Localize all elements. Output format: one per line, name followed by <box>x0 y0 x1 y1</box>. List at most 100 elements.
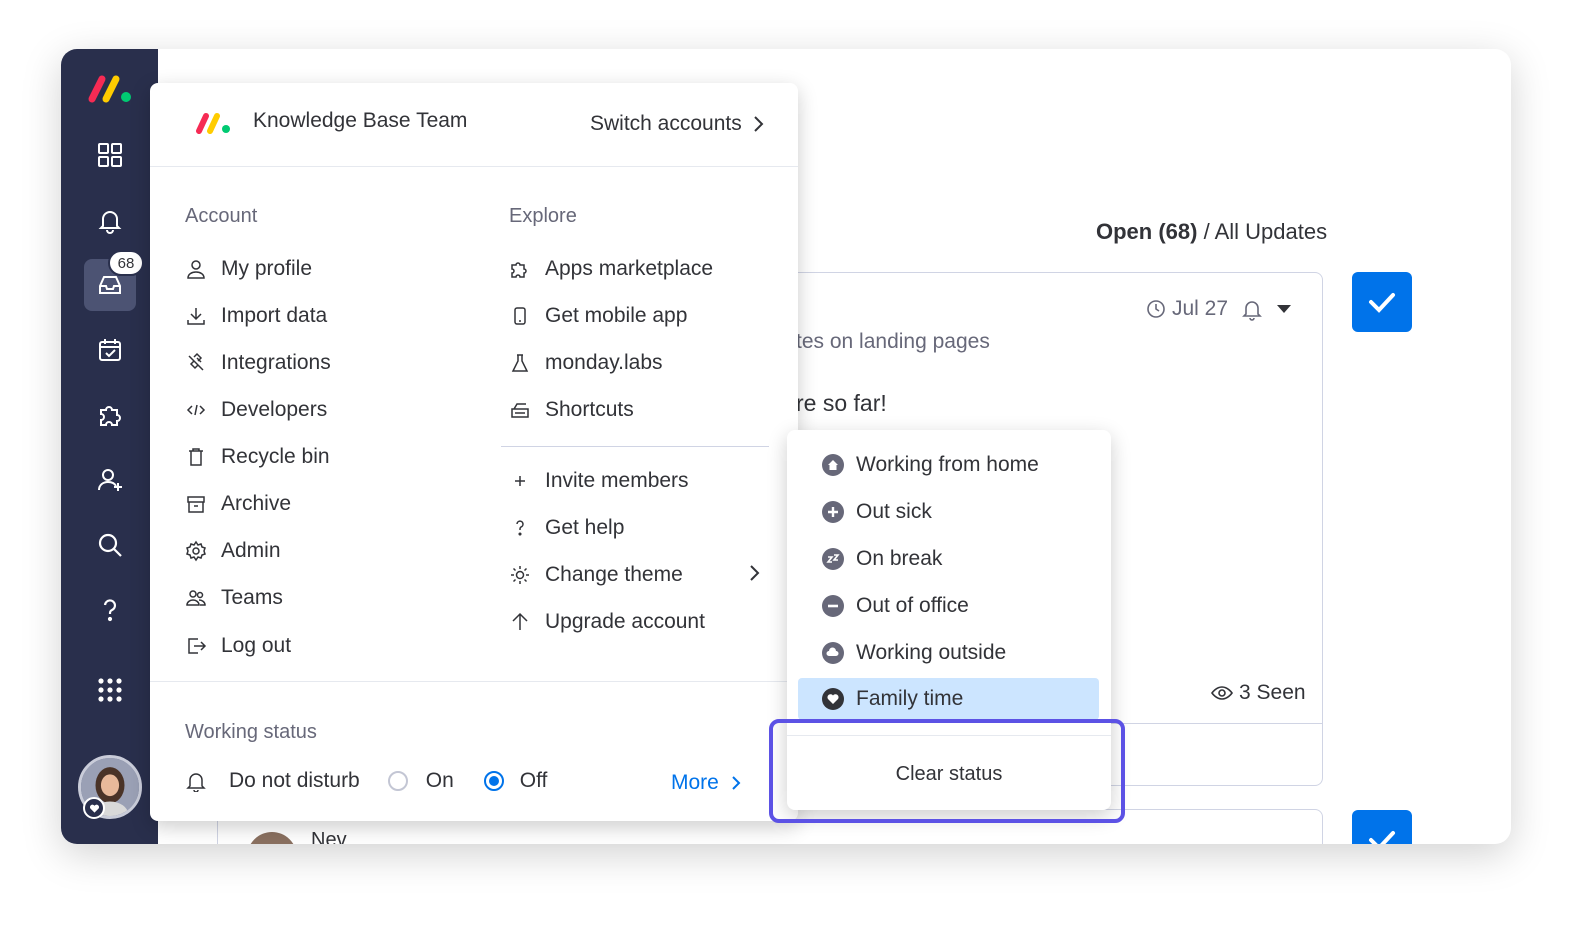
help-icon[interactable] <box>84 584 136 636</box>
menu-item-label: Invite members <box>545 469 689 492</box>
mark-read-checkbox[interactable] <box>1352 272 1412 332</box>
status-label: Family time <box>856 687 964 710</box>
status-label: Out of office <box>856 594 969 617</box>
dnd-on-label[interactable]: On <box>426 769 454 793</box>
menu-item-upgrade-account[interactable]: Upgrade account <box>509 607 705 637</box>
code-icon <box>186 404 206 416</box>
mobile-icon <box>514 307 526 325</box>
menu-item-label: Log out <box>221 634 292 657</box>
team-name: Knowledge Base Team <box>253 109 468 132</box>
status-family-time[interactable]: Family time <box>798 678 1099 720</box>
menu-item-label: Get mobile app <box>545 304 688 327</box>
account-section-title: Account <box>185 205 258 227</box>
calendar-check-icon[interactable] <box>84 324 136 376</box>
switch-accounts-label: Switch accounts <box>590 112 742 135</box>
account-menu: Knowledge Base Team Switch accounts Acco… <box>150 83 798 821</box>
menu-item-label: Apps marketplace <box>545 257 714 280</box>
integrations-icon <box>188 352 204 371</box>
menu-item-archive[interactable]: Archive <box>185 489 291 519</box>
menu-item-label: Upgrade account <box>545 610 705 633</box>
switch-accounts-button[interactable]: Switch accounts <box>590 112 764 136</box>
menu-item-label: Import data <box>221 304 328 327</box>
post-body: re so far! <box>796 390 887 416</box>
menu-item-admin[interactable]: Admin <box>185 536 281 566</box>
menu-item-label: Archive <box>221 492 292 515</box>
menu-item-monday-labs[interactable]: monday.labs <box>509 348 663 378</box>
updates-header: Open (68) / All Updates <box>1096 219 1327 245</box>
eye-icon <box>1211 686 1233 700</box>
menu-item-change-theme[interactable]: Change theme <box>509 560 683 590</box>
gear-icon <box>186 540 206 562</box>
search-icon[interactable] <box>84 519 136 571</box>
menu-item-get-help[interactable]: Get help <box>509 513 624 543</box>
more-status-button[interactable]: More <box>671 771 741 795</box>
seen-text: 3 Seen <box>1239 681 1306 704</box>
arrow-up-icon <box>512 612 528 630</box>
keyboard-icon <box>511 403 529 418</box>
sleep-icon <box>822 548 844 570</box>
chevron-right-icon <box>732 776 741 790</box>
status-label: Working outside <box>856 641 1007 664</box>
minus-circle-icon <box>822 595 844 617</box>
mark-read-checkbox[interactable] <box>1352 810 1412 844</box>
menu-item-developers[interactable]: Developers <box>185 395 327 425</box>
menu-item-label: Get help <box>545 516 625 539</box>
bell-icon[interactable] <box>1241 297 1263 321</box>
all-updates[interactable]: / All Updates <box>1197 219 1328 244</box>
puzzle-icon[interactable] <box>84 389 136 441</box>
menu-item-apps-marketplace[interactable]: Apps marketplace <box>509 254 713 284</box>
plus-circle-icon <box>822 501 844 523</box>
seen-count[interactable]: 3 Seen <box>1211 681 1306 705</box>
post-title: tes on landing pages <box>796 330 990 353</box>
status-label: Out sick <box>856 500 932 523</box>
download-icon <box>187 308 205 325</box>
menu-item-my-profile[interactable]: My profile <box>185 254 312 284</box>
working-status-title: Working status <box>185 721 317 743</box>
status-working-outside[interactable]: Working outside <box>798 633 1099 673</box>
heart-icon <box>83 797 105 819</box>
menu-item-label: Recycle bin <box>221 445 330 468</box>
menu-item-shortcuts[interactable]: Shortcuts <box>509 395 634 425</box>
menu-item-log-out[interactable]: Log out <box>185 631 291 661</box>
working-status-divider <box>150 681 798 682</box>
dnd-off-label[interactable]: Off <box>520 769 548 793</box>
menu-item-invite-members[interactable]: Invite members <box>509 466 689 496</box>
explore-divider <box>501 446 769 447</box>
dnd-off-radio[interactable] <box>483 771 504 791</box>
dnd-on-radio[interactable] <box>387 771 408 791</box>
menu-item-label: Admin <box>221 539 281 562</box>
menu-item-label: Change theme <box>545 563 683 586</box>
status-on-break[interactable]: On break <box>798 539 1099 579</box>
menu-item-import-data[interactable]: Import data <box>185 301 327 331</box>
open-count[interactable]: Open (68) <box>1096 219 1197 244</box>
monday-logo-icon[interactable] <box>86 71 134 105</box>
puzzle-icon <box>511 262 527 278</box>
apps-grid-icon[interactable] <box>84 664 136 716</box>
chevron-right-icon[interactable] <box>748 564 760 582</box>
status-working-from-home[interactable]: Working from home <box>798 445 1099 485</box>
post-author: Nev <box>311 829 347 844</box>
bell-icon[interactable] <box>84 194 136 246</box>
menu-item-label: Shortcuts <box>545 398 634 421</box>
check-icon <box>1369 831 1395 844</box>
status-out-of-office[interactable]: Out of office <box>798 586 1099 626</box>
status-out-sick[interactable]: Out sick <box>798 492 1099 532</box>
menu-item-label: monday.labs <box>545 351 663 374</box>
chevron-down-icon[interactable] <box>1277 305 1291 313</box>
left-rail: 68 <box>61 49 158 844</box>
menu-item-label: My profile <box>221 257 313 280</box>
post-date-text: Jul 27 <box>1172 297 1229 320</box>
menu-item-label: Integrations <box>221 351 331 374</box>
grid-icon[interactable] <box>84 129 136 181</box>
user-icon <box>187 260 205 279</box>
menu-item-teams[interactable]: Teams <box>185 583 283 613</box>
clear-status-highlight <box>769 719 1125 823</box>
menu-item-recycle-bin[interactable]: Recycle bin <box>185 442 330 472</box>
explore-section-title: Explore <box>509 205 577 227</box>
menu-item-integrations[interactable]: Integrations <box>185 348 331 378</box>
menu-item-label: Teams <box>221 586 283 609</box>
add-user-icon[interactable] <box>84 454 136 506</box>
do-not-disturb-label: Do not disturb <box>229 769 360 792</box>
more-label: More <box>671 771 719 794</box>
menu-item-get-mobile-app[interactable]: Get mobile app <box>509 301 687 331</box>
